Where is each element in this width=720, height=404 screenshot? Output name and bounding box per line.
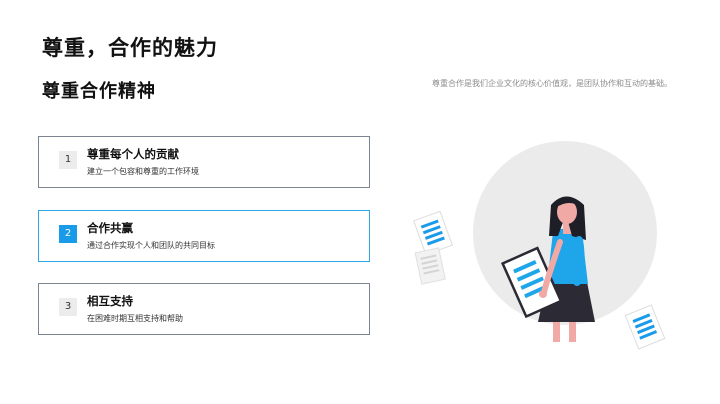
card-number-badge: 3 — [59, 298, 77, 316]
card-respect-contribution[interactable]: 1 尊重每个人的贡献 建立一个包容和尊重的工作环境 — [38, 136, 370, 188]
slide: 尊重，合作的魅力 尊重合作精神 尊重合作是我们企业文化的核心价值观，是团队协作和… — [0, 0, 720, 404]
floating-document-icon — [624, 304, 666, 350]
card-title: 相互支持 — [87, 294, 133, 308]
page-title: 尊重，合作的魅力 — [42, 36, 218, 60]
woman-holding-document-icon — [413, 141, 666, 350]
card-win-win-cooperation[interactable]: 2 合作共赢 通过合作实现个人和团队的共同目标 — [38, 210, 370, 262]
card-description: 建立一个包容和尊重的工作环境 — [87, 167, 199, 176]
card-title: 尊重每个人的贡献 — [87, 147, 179, 161]
card-title: 合作共赢 — [87, 221, 133, 235]
card-description: 在困难时期互相支持和帮助 — [87, 314, 183, 323]
card-number-badge: 2 — [59, 225, 77, 243]
card-number-badge: 1 — [59, 151, 77, 169]
floating-document-icon — [413, 210, 453, 256]
card-mutual-support[interactable]: 3 相互支持 在困难时期互相支持和帮助 — [38, 283, 370, 335]
intro-text: 尊重合作是我们企业文化的核心价值观，是团队协作和互动的基础。 — [432, 79, 672, 88]
floating-document-icon — [414, 247, 446, 285]
card-description: 通过合作实现个人和团队的共同目标 — [87, 241, 215, 250]
section-heading: 尊重合作精神 — [42, 81, 156, 102]
